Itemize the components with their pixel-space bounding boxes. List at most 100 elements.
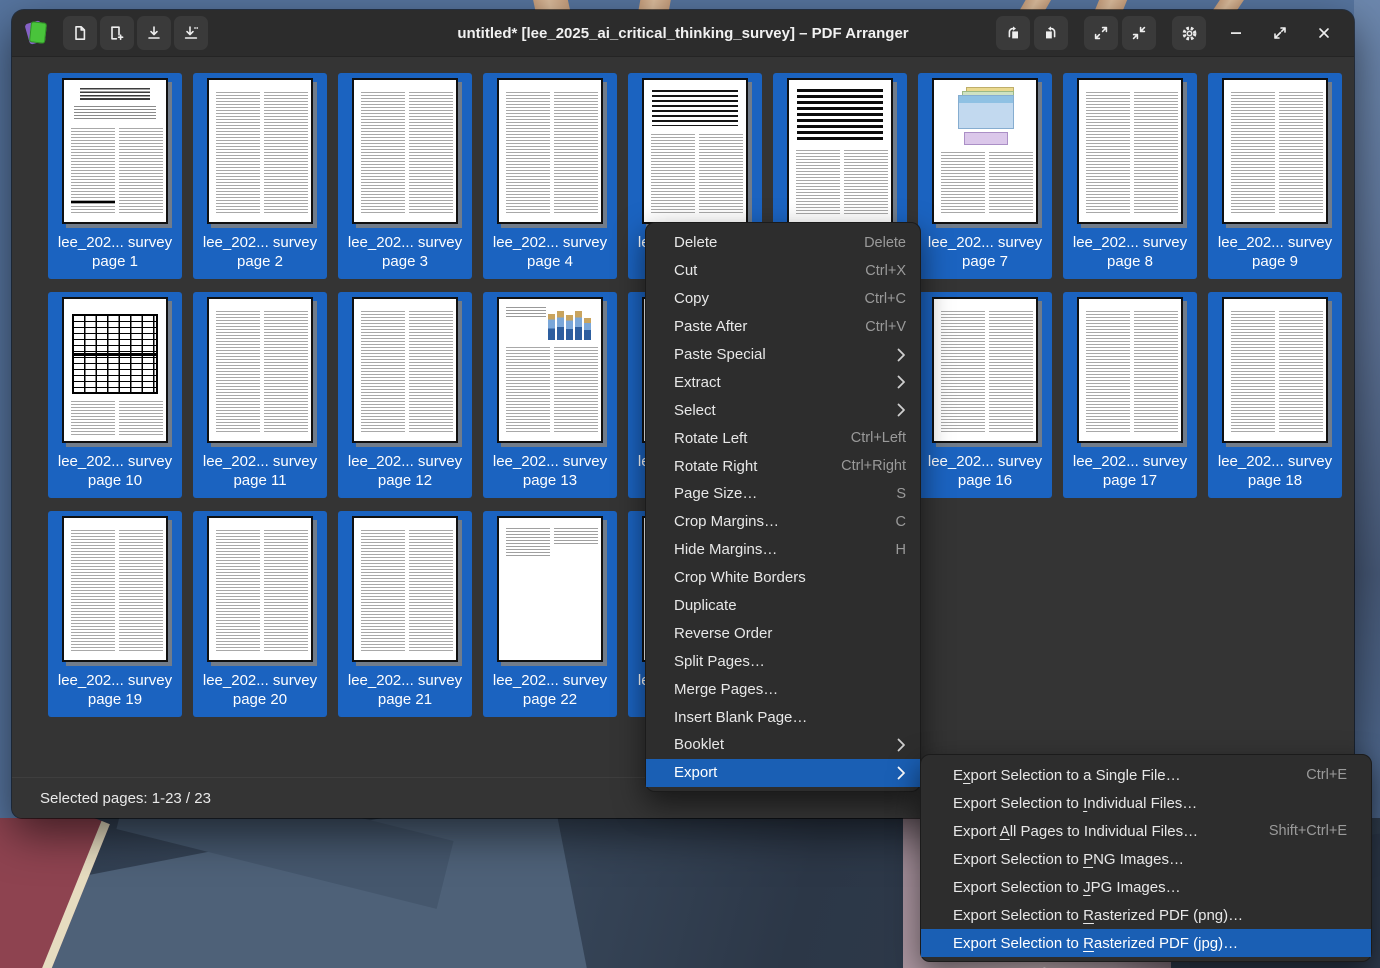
page-label: lee_202... surveypage 12: [348, 452, 462, 490]
page-cell-7[interactable]: lee_202... surveypage 7: [918, 73, 1052, 279]
menu-item-rotate-right[interactable]: Rotate RightCtrl+Right: [646, 452, 920, 480]
page-label: lee_202... surveypage 22: [493, 671, 607, 709]
page-cell-4[interactable]: lee_202... surveypage 4: [483, 73, 617, 279]
page-thumbnail: [62, 297, 168, 443]
page-thumbnail: [932, 78, 1038, 224]
close-button[interactable]: [1310, 19, 1338, 47]
menu-item-paste-special[interactable]: Paste Special: [646, 341, 920, 369]
page-cell-21[interactable]: lee_202... surveypage 21: [338, 511, 472, 717]
minimize-icon: [1229, 26, 1243, 40]
menu-item-crop-white-borders[interactable]: Crop White Borders: [646, 564, 920, 592]
save-as-button[interactable]: [174, 16, 208, 50]
rotate-left-icon: [1005, 25, 1021, 41]
page-label: lee_202... surveypage 3: [348, 233, 462, 271]
restore-button[interactable]: [1266, 19, 1294, 47]
menu-item-select[interactable]: Select: [646, 396, 920, 424]
submenu-item-export-selection-to-png-images[interactable]: Export Selection to PNG Images…: [921, 845, 1371, 873]
submenu-item-export-selection-to-rasterized-pdf-jpg[interactable]: Export Selection to Rasterized PDF (jpg)…: [921, 929, 1371, 957]
page-thumbnail: [352, 78, 458, 224]
menu-item-cut[interactable]: CutCtrl+X: [646, 257, 920, 285]
submenu-chevron-icon: [897, 738, 906, 752]
page-thumbnail: [62, 78, 168, 224]
page-cell-1[interactable]: lee_202... surveypage 1: [48, 73, 182, 279]
page-cell-9[interactable]: lee_202... surveypage 9: [1208, 73, 1342, 279]
page-cell-17[interactable]: lee_202... surveypage 17: [1063, 292, 1197, 498]
submenu-chevron-icon: [897, 348, 906, 362]
page-cell-3[interactable]: lee_202... surveypage 3: [338, 73, 472, 279]
minimize-button[interactable]: [1222, 19, 1250, 47]
submenu-chevron-icon: [897, 375, 906, 389]
menu-item-delete[interactable]: DeleteDelete: [646, 229, 920, 257]
page-cell-22[interactable]: lee_202... surveypage 22: [483, 511, 617, 717]
zoom-in-icon: [1093, 25, 1109, 41]
menu-item-copy[interactable]: CopyCtrl+C: [646, 285, 920, 313]
menu-item-duplicate[interactable]: Duplicate: [646, 592, 920, 620]
menu-item-booklet[interactable]: Booklet: [646, 731, 920, 759]
page-thumbnail: [642, 78, 748, 224]
insert-pages-button[interactable]: [100, 16, 134, 50]
zoom-out-button[interactable]: [1122, 16, 1156, 50]
page-label: lee_202... surveypage 4: [493, 233, 607, 271]
page-cell-2[interactable]: lee_202... surveypage 2: [193, 73, 327, 279]
page-cell-18[interactable]: lee_202... surveypage 18: [1208, 292, 1342, 498]
page-label: lee_202... surveypage 19: [58, 671, 172, 709]
page-label: lee_202... surveypage 11: [203, 452, 317, 490]
page-cell-8[interactable]: lee_202... surveypage 8: [1063, 73, 1197, 279]
selected-pages-status: Selected pages: 1-23 / 23: [40, 790, 211, 807]
save-icon: [146, 25, 162, 41]
page-label: lee_202... surveypage 9: [1218, 233, 1332, 271]
menu-item-crop-margins[interactable]: Crop Margins…C: [646, 508, 920, 536]
page-cell-19[interactable]: lee_202... surveypage 19: [48, 511, 182, 717]
menu-item-merge-pages[interactable]: Merge Pages…: [646, 675, 920, 703]
page-thumbnail: [497, 297, 603, 443]
submenu-item-export-selection-to-a-single-file[interactable]: Export Selection to a Single File…Ctrl+E: [921, 761, 1371, 789]
menu-item-export[interactable]: Export: [646, 759, 920, 787]
page-thumbnail: [207, 297, 313, 443]
page-cell-11[interactable]: lee_202... surveypage 11: [193, 292, 327, 498]
menu-item-reverse-order[interactable]: Reverse Order: [646, 619, 920, 647]
titlebar[interactable]: untitled* [lee_2025_ai_critical_thinking…: [12, 10, 1354, 57]
submenu-item-export-selection-to-jpg-images[interactable]: Export Selection to JPG Images…: [921, 873, 1371, 901]
page-thumbnail: [352, 516, 458, 662]
main-menu-button[interactable]: [1172, 16, 1206, 50]
page-thumbnail: [497, 516, 603, 662]
context-menu: DeleteDeleteCutCtrl+XCopyCtrl+CPaste Aft…: [645, 222, 921, 792]
page-cell-10[interactable]: lee_202... surveypage 10: [48, 292, 182, 498]
page-cell-20[interactable]: lee_202... surveypage 20: [193, 511, 327, 717]
menu-item-split-pages[interactable]: Split Pages…: [646, 647, 920, 675]
page-cell-12[interactable]: lee_202... surveypage 12: [338, 292, 472, 498]
submenu-item-export-selection-to-individual-files[interactable]: Export Selection to Individual Files…: [921, 789, 1371, 817]
restore-icon: [1273, 26, 1287, 40]
submenu-item-export-all-pages-to-individual-files[interactable]: Export All Pages to Individual Files…Shi…: [921, 817, 1371, 845]
page-label: lee_202... surveypage 21: [348, 671, 462, 709]
menu-item-paste-after[interactable]: Paste AfterCtrl+V: [646, 313, 920, 341]
menu-item-page-size[interactable]: Page Size…S: [646, 480, 920, 508]
page-cell-16[interactable]: lee_202... surveypage 16: [918, 292, 1052, 498]
menu-item-rotate-left[interactable]: Rotate LeftCtrl+Left: [646, 424, 920, 452]
zoom-in-button[interactable]: [1084, 16, 1118, 50]
page-label: lee_202... surveypage 2: [203, 233, 317, 271]
page-thumbnail: [62, 516, 168, 662]
menu-item-extract[interactable]: Extract: [646, 368, 920, 396]
menu-item-insert-blank-page[interactable]: Insert Blank Page…: [646, 703, 920, 731]
insert-pages-icon: [109, 25, 125, 41]
page-cell-13[interactable]: lee_202... surveypage 13: [483, 292, 617, 498]
page-label: lee_202... surveypage 10: [58, 452, 172, 490]
page-thumbnail: [787, 78, 893, 224]
page-thumbnail: [207, 78, 313, 224]
new-document-button[interactable]: [63, 16, 97, 50]
page-thumbnail: [1222, 78, 1328, 224]
submenu-chevron-icon: [897, 766, 906, 780]
rotate-right-button[interactable]: [1034, 16, 1068, 50]
save-button[interactable]: [137, 16, 171, 50]
save-as-icon: [183, 25, 199, 41]
submenu-chevron-icon: [897, 403, 906, 417]
rotate-right-icon: [1043, 25, 1059, 41]
menu-item-hide-margins[interactable]: Hide Margins…H: [646, 536, 920, 564]
close-icon: [1317, 26, 1331, 40]
page-label: lee_202... surveypage 13: [493, 452, 607, 490]
page-label: lee_202... surveypage 16: [928, 452, 1042, 490]
new-document-icon: [72, 25, 88, 41]
rotate-left-button[interactable]: [996, 16, 1030, 50]
submenu-item-export-selection-to-rasterized-pdf-png[interactable]: Export Selection to Rasterized PDF (png)…: [921, 901, 1371, 929]
